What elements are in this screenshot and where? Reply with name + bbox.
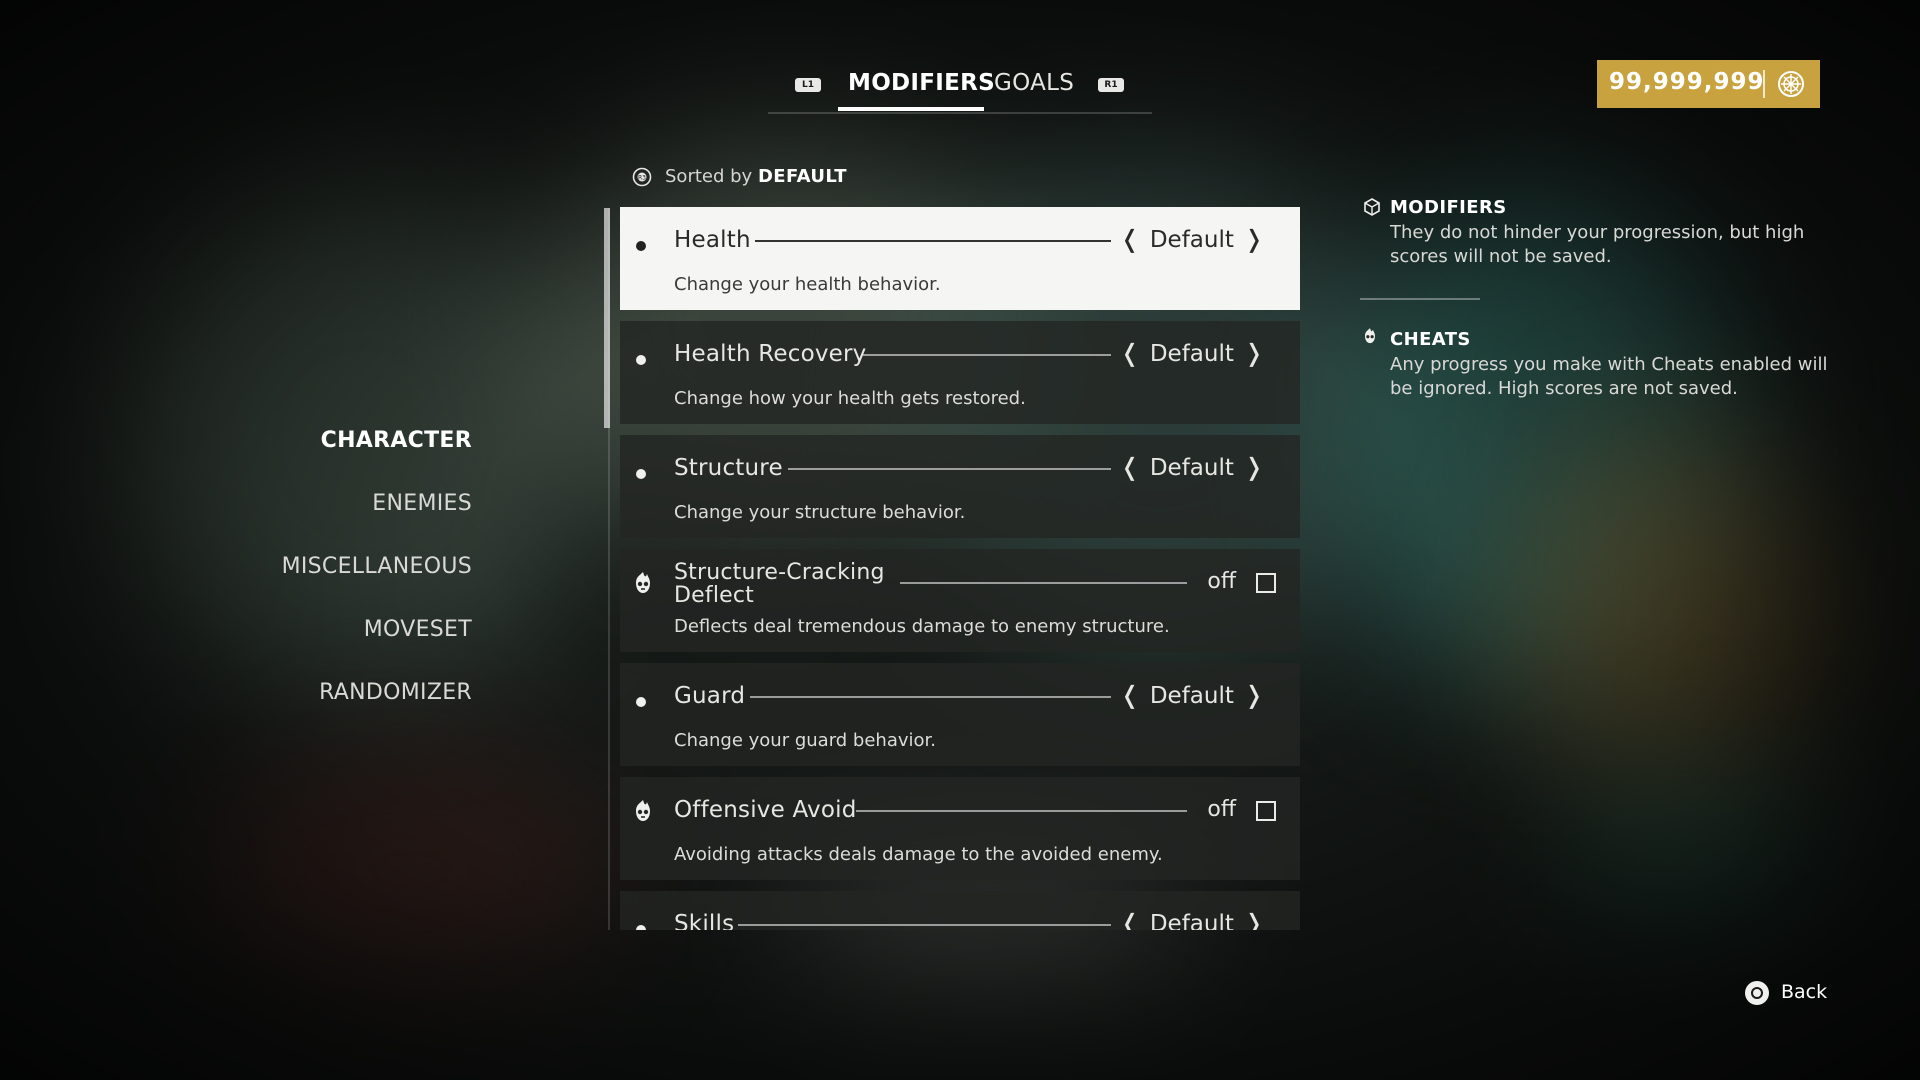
modifier-name: Health bbox=[674, 227, 751, 253]
modifier-description: Deflects deal tremendous damage to enemy… bbox=[674, 616, 1170, 637]
sort-label[interactable]: Sorted by DEFAULT bbox=[665, 166, 847, 187]
circle-button-icon bbox=[1745, 981, 1769, 1005]
skull-flame-icon bbox=[636, 800, 650, 821]
chevron-left-icon[interactable]: ❬ bbox=[1120, 339, 1140, 367]
modifier-name: Skills bbox=[674, 911, 735, 930]
info-modifiers-title: MODIFIERS bbox=[1390, 197, 1507, 218]
list-scrollbar-thumb[interactable] bbox=[604, 208, 610, 428]
modifier-description: Avoiding attacks deals damage to the avo… bbox=[674, 844, 1163, 865]
option-value: Default bbox=[1149, 227, 1234, 253]
option-value: Default bbox=[1149, 911, 1234, 930]
modifier-row-structure-cracking-deflect[interactable]: Structure-Cracking Deflect off Deflects … bbox=[620, 549, 1300, 652]
sort-prefix: Sorted by bbox=[665, 166, 753, 187]
modifier-name-line2: Deflect bbox=[674, 583, 754, 608]
chevron-left-icon[interactable]: ❬ bbox=[1120, 681, 1140, 709]
chevron-right-icon[interactable]: ❭ bbox=[1244, 453, 1264, 481]
category-enemies[interactable]: ENEMIES bbox=[372, 491, 472, 516]
option-selector[interactable]: ❬ Default ❭ bbox=[1110, 339, 1274, 367]
modifier-name: Structure bbox=[674, 455, 783, 481]
modifier-cube-icon bbox=[1364, 198, 1380, 216]
chevron-right-icon[interactable]: ❭ bbox=[1244, 339, 1264, 367]
modifier-description: Change your structure behavior. bbox=[674, 502, 966, 523]
sort-button-label: R3 bbox=[638, 174, 646, 181]
chevron-right-icon[interactable]: ❭ bbox=[1244, 909, 1264, 930]
bullet-icon bbox=[636, 925, 646, 930]
category-miscellaneous[interactable]: MISCELLANEOUS bbox=[282, 554, 472, 579]
option-selector[interactable]: ❬ Default ❭ bbox=[1110, 909, 1274, 930]
chevron-left-icon[interactable]: ❬ bbox=[1120, 225, 1140, 253]
modifier-row-guard[interactable]: Guard ❬ Default ❭ Change your guard behavi… bbox=[620, 663, 1300, 766]
r3-stick-icon[interactable]: R3 bbox=[632, 167, 652, 187]
modifier-name: Guard bbox=[674, 683, 746, 709]
currency-separator bbox=[1763, 70, 1765, 98]
row-separator-line bbox=[900, 582, 1187, 584]
top-tab-bar: L1 MODIFIERS GOALS R1 bbox=[768, 58, 1152, 114]
info-cheats-title: CHEATS bbox=[1390, 329, 1471, 350]
option-value: Default bbox=[1149, 683, 1234, 709]
l1-button-icon[interactable]: L1 bbox=[795, 78, 821, 92]
modifier-name: Structure-Cracking Deflect bbox=[674, 561, 885, 607]
info-modifiers-text: They do not hinder your progression, but… bbox=[1390, 222, 1805, 267]
tab-modifiers[interactable]: MODIFIERS bbox=[848, 70, 995, 96]
cheat-checkbox[interactable] bbox=[1256, 573, 1276, 593]
chevron-right-icon[interactable]: ❭ bbox=[1244, 225, 1264, 253]
sort-value: DEFAULT bbox=[757, 166, 847, 187]
modifier-row-health[interactable]: Health ❬ Default ❭ Change your health beha… bbox=[620, 207, 1300, 310]
option-selector[interactable]: ❬ Default ❭ bbox=[1110, 225, 1274, 253]
category-randomizer[interactable]: RANDOMIZER bbox=[319, 680, 472, 705]
option-value: Default bbox=[1149, 341, 1234, 367]
modifier-row-skills[interactable]: Skills ❬ Default ❭ bbox=[620, 891, 1300, 930]
skull-flame-icon bbox=[1365, 328, 1375, 344]
modifier-list: Health ❬ Default ❭ Change your health beha… bbox=[620, 207, 1300, 930]
bullet-icon bbox=[636, 241, 646, 251]
modifier-name: Health Recovery bbox=[674, 341, 867, 367]
modifier-description: Change how your health gets restored. bbox=[674, 388, 1026, 409]
bullet-icon bbox=[636, 697, 646, 707]
row-separator-line bbox=[788, 468, 1111, 470]
row-separator-line bbox=[856, 810, 1187, 812]
modifier-description: Change your guard behavior. bbox=[674, 730, 937, 751]
modifier-row-structure[interactable]: Structure ❬ Default ❭ Change your structur… bbox=[620, 435, 1300, 538]
currency-display: 99,999,999 bbox=[1597, 60, 1820, 108]
modifier-row-offensive-avoid[interactable]: Offensive Avoid off Avoiding attacks dea… bbox=[620, 777, 1300, 880]
bullet-icon bbox=[636, 469, 646, 479]
skull-flame-icon bbox=[636, 572, 650, 593]
category-moveset[interactable]: MOVESET bbox=[364, 617, 472, 642]
chevron-left-icon[interactable]: ❬ bbox=[1120, 909, 1140, 930]
category-character[interactable]: CHARACTER bbox=[321, 428, 472, 453]
tab-goals[interactable]: GOALS bbox=[994, 70, 1074, 96]
toggle-value: off bbox=[1207, 797, 1236, 822]
chevron-right-icon[interactable]: ❭ bbox=[1244, 681, 1264, 709]
bullet-icon bbox=[636, 355, 646, 365]
chevron-left-icon[interactable]: ❬ bbox=[1120, 453, 1140, 481]
modifier-row-health-recovery[interactable]: Health Recovery ❬ Default ❭ Change how you… bbox=[620, 321, 1300, 424]
info-cheats-text: Any progress you make with Cheats enable… bbox=[1390, 354, 1828, 399]
option-value: Default bbox=[1149, 455, 1234, 481]
option-selector[interactable]: ❬ Default ❭ bbox=[1110, 681, 1274, 709]
cheat-checkbox[interactable] bbox=[1256, 801, 1276, 821]
modifier-name: Offensive Avoid bbox=[674, 797, 857, 823]
option-selector[interactable]: ❬ Default ❭ bbox=[1110, 453, 1274, 481]
row-separator-line bbox=[750, 696, 1111, 698]
row-separator-line bbox=[863, 354, 1111, 356]
coin-emblem-icon bbox=[1778, 71, 1804, 97]
info-divider bbox=[1360, 298, 1480, 300]
modifier-description: Change your health behavior. bbox=[674, 274, 941, 295]
modifier-name-line1: Structure-Cracking bbox=[674, 560, 885, 585]
toggle-value: off bbox=[1207, 569, 1236, 594]
row-separator-line bbox=[755, 240, 1111, 242]
currency-value: 99,999,999 bbox=[1609, 69, 1765, 95]
back-label: Back bbox=[1781, 981, 1828, 1003]
row-separator-line bbox=[738, 924, 1111, 926]
r1-button-icon[interactable]: R1 bbox=[1098, 78, 1124, 92]
active-tab-indicator bbox=[838, 107, 984, 111]
